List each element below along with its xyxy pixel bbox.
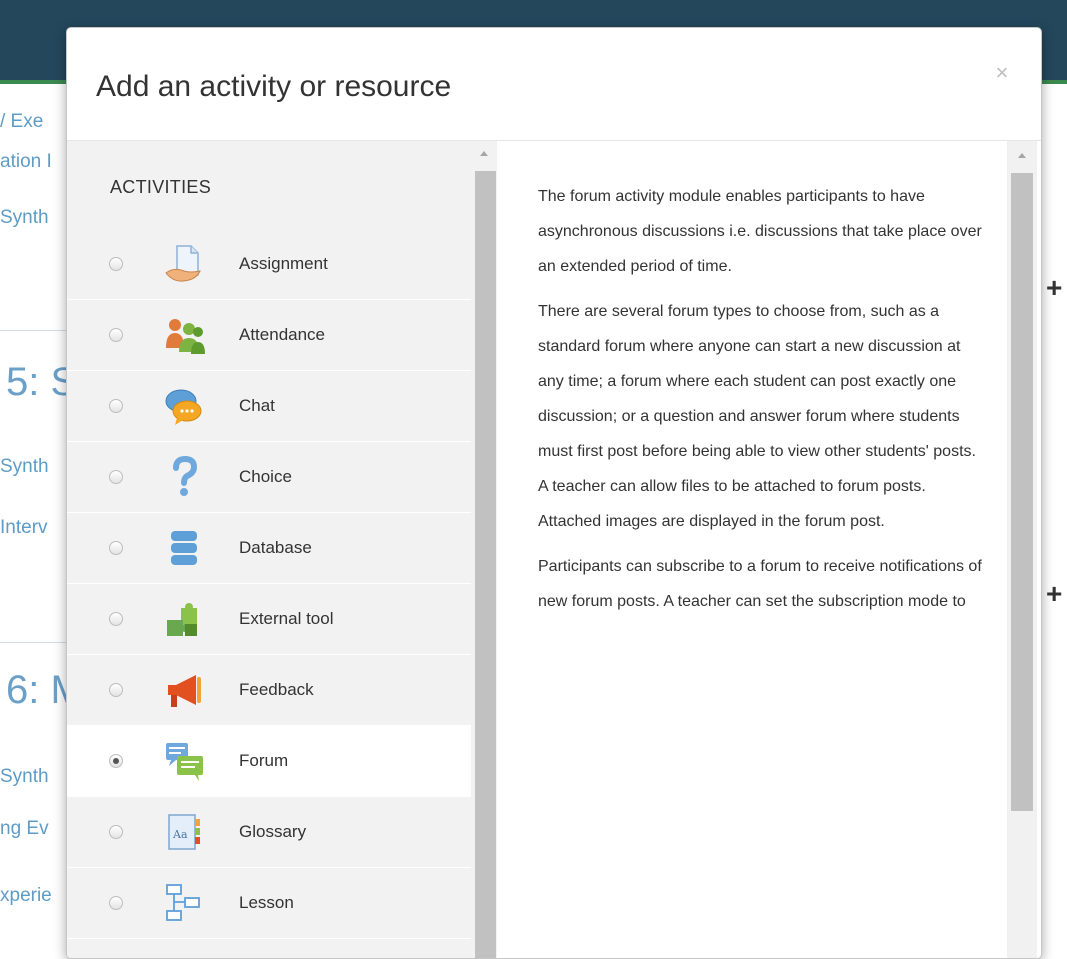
bg-divider (0, 330, 66, 331)
radio-button[interactable] (109, 683, 123, 697)
activity-label: Attendance (239, 325, 326, 344)
bg-link[interactable]: ation I (0, 151, 66, 173)
database-icon (171, 531, 197, 565)
feedback-icon (168, 675, 201, 707)
radio-button[interactable] (109, 399, 123, 413)
activity-option-chat[interactable]: Chat (67, 371, 471, 442)
description-paragraph: Participants can subscribe to a forum to… (538, 558, 982, 610)
scroll-up-icon[interactable] (1018, 153, 1026, 158)
activity-option-forum[interactable]: Forum (67, 726, 471, 797)
activity-label: Database (239, 538, 312, 557)
glossary-icon: Aa (168, 814, 200, 850)
bg-link[interactable]: Synth (0, 456, 66, 478)
bg-section-heading: 6: M (6, 668, 66, 712)
activity-label: Feedback (239, 680, 314, 699)
bg-divider (0, 642, 66, 643)
activity-label: Chat (239, 396, 275, 415)
activity-option-glossary[interactable]: Aa Glossary (67, 797, 471, 868)
radio-button[interactable] (109, 754, 123, 768)
svg-text:Aa: Aa (172, 828, 188, 841)
radio-button[interactable] (109, 541, 123, 555)
radio-button[interactable] (109, 470, 123, 484)
bg-link[interactable]: Synth (0, 207, 66, 229)
chat-icon (165, 389, 202, 425)
description-paragraph: There are several forum types to choose … (538, 303, 976, 530)
add-icon[interactable]: + (1046, 578, 1062, 610)
bg-link[interactable]: xperie (0, 885, 66, 907)
activity-label: Glossary (239, 822, 307, 841)
scrollbar-thumb[interactable] (475, 171, 496, 958)
activity-option-feedback[interactable]: Feedback (67, 655, 471, 726)
description-paragraph: The forum activity module enables partic… (538, 188, 982, 275)
scrollbar-thumb[interactable] (1011, 173, 1033, 811)
activity-description-pane: The forum activity module enables partic… (501, 141, 1041, 958)
modal-header: Add an activity or resource × (67, 28, 1041, 141)
activity-option-assignment[interactable]: Assignment (67, 229, 471, 300)
activity-list: Assignment Attendance Chat Choice Databa… (67, 229, 471, 939)
radio-button[interactable] (109, 825, 123, 839)
external-tool-icon (167, 603, 197, 636)
scroll-up-icon[interactable] (480, 151, 488, 156)
close-button[interactable]: × (987, 58, 1017, 88)
radio-button[interactable] (109, 328, 123, 342)
add-icon[interactable]: + (1046, 272, 1062, 304)
close-icon: × (995, 60, 1009, 85)
bg-link[interactable]: ng Ev (0, 818, 66, 840)
activity-label: External tool (239, 609, 334, 628)
activity-label: Lesson (239, 893, 294, 912)
lesson-icon (166, 884, 200, 921)
activity-description: The forum activity module enables partic… (538, 179, 988, 629)
activity-label: Forum (239, 751, 289, 770)
activity-option-choice[interactable]: Choice (67, 442, 471, 513)
bg-link[interactable]: Synth (0, 766, 66, 788)
radio-button[interactable] (109, 257, 123, 271)
activity-list-scrollbar[interactable] (471, 141, 497, 958)
forum-icon (166, 743, 203, 781)
activity-label: Assignment (239, 254, 328, 273)
bg-section-heading: 5: S (6, 360, 66, 404)
radio-button[interactable] (109, 612, 123, 626)
section-title: ACTIVITIES (110, 177, 212, 197)
bg-link[interactable]: / Exe (0, 111, 66, 133)
attendance-icon (166, 319, 205, 354)
activity-chooser-pane: ACTIVITIES Assignment Attendance Chat Ch… (67, 141, 497, 958)
assignment-icon (165, 245, 201, 282)
activity-option-attendance[interactable]: Attendance (67, 300, 471, 371)
modal-title: Add an activity or resource (96, 70, 452, 103)
description-scrollbar[interactable] (1007, 141, 1037, 958)
activity-option-lesson[interactable]: Lesson (67, 868, 471, 939)
add-activity-modal: Add an activity or resource × ACTIVITIES… (66, 27, 1042, 959)
activity-option-external-tool[interactable]: External tool (67, 584, 471, 655)
radio-button[interactable] (109, 896, 123, 910)
activity-label: Choice (239, 467, 292, 486)
bg-link[interactable]: Interv (0, 517, 66, 539)
choice-icon (173, 456, 198, 496)
activity-option-database[interactable]: Database (67, 513, 471, 584)
